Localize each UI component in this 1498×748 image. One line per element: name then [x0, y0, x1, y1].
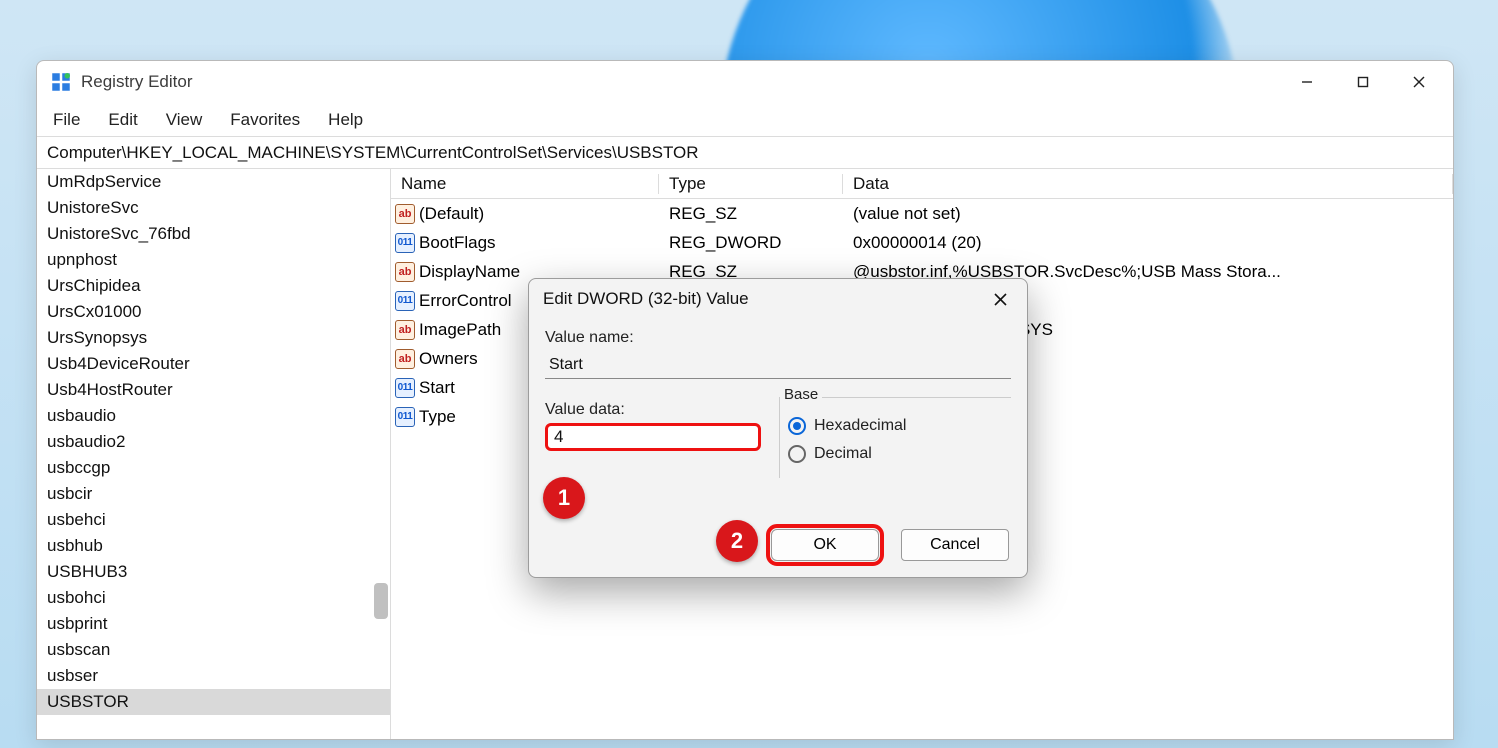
binary-value-icon: 011 — [395, 378, 415, 398]
menu-bar: File Edit View Favorites Help — [37, 103, 1453, 137]
menu-favorites[interactable]: Favorites — [228, 106, 302, 134]
window-title: Registry Editor — [81, 72, 192, 92]
col-name[interactable]: Name — [391, 174, 659, 194]
binary-value-icon: 011 — [395, 407, 415, 427]
menu-file[interactable]: File — [51, 106, 82, 134]
value-name: BootFlags — [419, 233, 496, 253]
ok-button[interactable]: OK — [771, 529, 879, 561]
base-label: Base — [780, 386, 822, 403]
tree-item[interactable]: UnistoreSvc — [37, 195, 390, 221]
value-data-input[interactable] — [545, 423, 761, 451]
desktop: Registry Editor File Edit View Favorites… — [0, 0, 1498, 748]
radio-dec-label: Decimal — [814, 445, 872, 463]
tree-item[interactable]: usbaudio2 — [37, 429, 390, 455]
tree-item[interactable]: usbprint — [37, 611, 390, 637]
value-name: ErrorControl — [419, 291, 512, 311]
value-name-label: Value name: — [545, 329, 1011, 347]
maximize-button[interactable] — [1335, 62, 1391, 102]
tree-item[interactable]: usbohci — [37, 585, 390, 611]
value-row[interactable]: 011BootFlags REG_DWORD0x00000014 (20) — [391, 228, 1453, 257]
tree-item[interactable]: Usb4HostRouter — [37, 377, 390, 403]
value-type: REG_SZ — [659, 204, 843, 224]
radio-hex[interactable] — [788, 417, 806, 435]
menu-edit[interactable]: Edit — [106, 106, 139, 134]
value-name: Start — [419, 378, 455, 398]
tree-item[interactable]: UrsCx01000 — [37, 299, 390, 325]
value-data: 0x00000014 (20) — [843, 233, 1453, 253]
binary-value-icon: 011 — [395, 233, 415, 253]
value-data: (value not set) — [843, 204, 1453, 224]
tree-item[interactable]: UrsSynopsys — [37, 325, 390, 351]
tree-item[interactable]: UnistoreSvc_76fbd — [37, 221, 390, 247]
address-text: Computer\HKEY_LOCAL_MACHINE\SYSTEM\Curre… — [47, 143, 699, 163]
address-bar[interactable]: Computer\HKEY_LOCAL_MACHINE\SYSTEM\Curre… — [37, 137, 1453, 169]
value-name: Type — [419, 407, 456, 427]
radio-hex-row[interactable]: Hexadecimal — [788, 412, 1003, 440]
value-header: Name Type Data — [391, 169, 1453, 199]
cancel-button[interactable]: Cancel — [901, 529, 1009, 561]
tree-item[interactable]: usbser — [37, 663, 390, 689]
radio-hex-label: Hexadecimal — [814, 417, 906, 435]
close-button[interactable] — [1391, 62, 1447, 102]
tree-scrollbar-thumb[interactable] — [374, 583, 388, 619]
tree-item[interactable]: USBHUB3 — [37, 559, 390, 585]
value-row[interactable]: ab(Default) REG_SZ(value not set) — [391, 199, 1453, 228]
string-value-icon: ab — [395, 349, 415, 369]
annotation-badge-2: 2 — [716, 520, 758, 562]
value-name: (Default) — [419, 204, 484, 224]
value-name-input[interactable] — [545, 351, 1011, 379]
base-group: Base Hexadecimal Decimal — [779, 397, 1011, 478]
binary-value-icon: 011 — [395, 291, 415, 311]
tree-item[interactable]: usbcir — [37, 481, 390, 507]
tree-item[interactable]: usbehci — [37, 507, 390, 533]
tree-item[interactable]: usbhub — [37, 533, 390, 559]
tree-item[interactable]: Usb4DeviceRouter — [37, 351, 390, 377]
radio-dec-row[interactable]: Decimal — [788, 440, 1003, 468]
tree-item[interactable]: usbscan — [37, 637, 390, 663]
tree-item[interactable]: UmRdpService — [37, 169, 390, 195]
col-data[interactable]: Data — [843, 174, 1453, 194]
menu-view[interactable]: View — [164, 106, 205, 134]
edit-dword-dialog: Edit DWORD (32-bit) Value Value name: Va… — [528, 278, 1028, 578]
value-data-label: Value data: — [545, 401, 761, 419]
value-name: Owners — [419, 349, 478, 369]
dialog-close-button[interactable] — [977, 280, 1023, 318]
minimize-button[interactable] — [1279, 62, 1335, 102]
col-type[interactable]: Type — [659, 174, 843, 194]
tree-item[interactable]: usbaudio — [37, 403, 390, 429]
value-type: REG_DWORD — [659, 233, 843, 253]
tree-item[interactable]: USBSTOR — [37, 689, 390, 715]
value-name: ImagePath — [419, 320, 501, 340]
tree-item[interactable]: usbccgp — [37, 455, 390, 481]
dialog-title: Edit DWORD (32-bit) Value — [543, 289, 749, 309]
annotation-badge-1: 1 — [543, 477, 585, 519]
registry-editor-icon — [51, 72, 71, 92]
string-value-icon: ab — [395, 320, 415, 340]
radio-dec[interactable] — [788, 445, 806, 463]
string-value-icon: ab — [395, 204, 415, 224]
string-value-icon: ab — [395, 262, 415, 282]
tree-item[interactable]: UrsChipidea — [37, 273, 390, 299]
tree-item[interactable]: upnphost — [37, 247, 390, 273]
key-tree[interactable]: UmRdpServiceUnistoreSvcUnistoreSvc_76fbd… — [37, 169, 391, 739]
value-name: DisplayName — [419, 262, 520, 282]
dialog-title-bar[interactable]: Edit DWORD (32-bit) Value — [529, 279, 1027, 319]
menu-help[interactable]: Help — [326, 106, 365, 134]
title-bar[interactable]: Registry Editor — [37, 61, 1453, 103]
